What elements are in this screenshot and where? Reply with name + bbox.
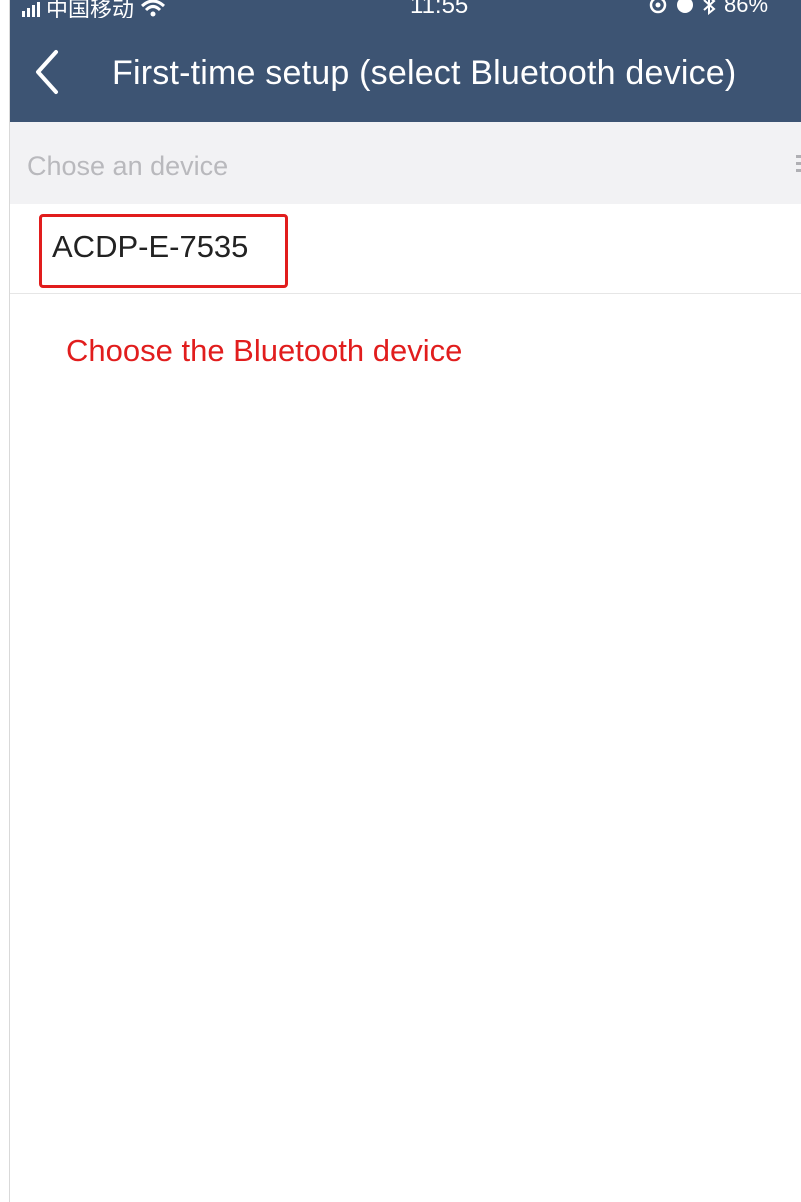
status-bar: 中国移动 11:55 86%: [10, 0, 801, 18]
device-list-item[interactable]: ACDP-E-7535: [10, 204, 801, 294]
carrier-label: 中国移动: [46, 0, 135, 18]
nav-bar: First-time setup (select Bluetooth devic…: [10, 18, 801, 122]
location-icon: [649, 0, 667, 14]
chevron-left-icon[interactable]: [26, 42, 66, 102]
section-header: Chose an device: [10, 122, 801, 204]
page-title: First-time setup (select Bluetooth devic…: [112, 54, 737, 92]
phone-screen: 中国移动 11:55 86% First-time setup (select …: [9, 0, 801, 1202]
device-name: ACDP-E-7535: [52, 229, 249, 264]
wifi-icon: [141, 0, 166, 17]
bluetooth-icon: [703, 0, 716, 15]
annotation-text: Choose the Bluetooth device: [66, 333, 463, 368]
signal-icon: [22, 0, 40, 17]
section-label: Chose an device: [27, 151, 229, 181]
status-left: 中国移动: [22, 0, 166, 18]
status-right: 86%: [648, 0, 768, 18]
page-edge: [0, 0, 9, 1202]
alarm-icon: [677, 0, 693, 13]
battery-label: 86%: [724, 0, 769, 17]
menu-lines-icon[interactable]: [796, 152, 801, 176]
status-time: 11:55: [410, 0, 469, 18]
app-header: 中国移动 11:55 86% First-time setup (select …: [10, 0, 801, 122]
